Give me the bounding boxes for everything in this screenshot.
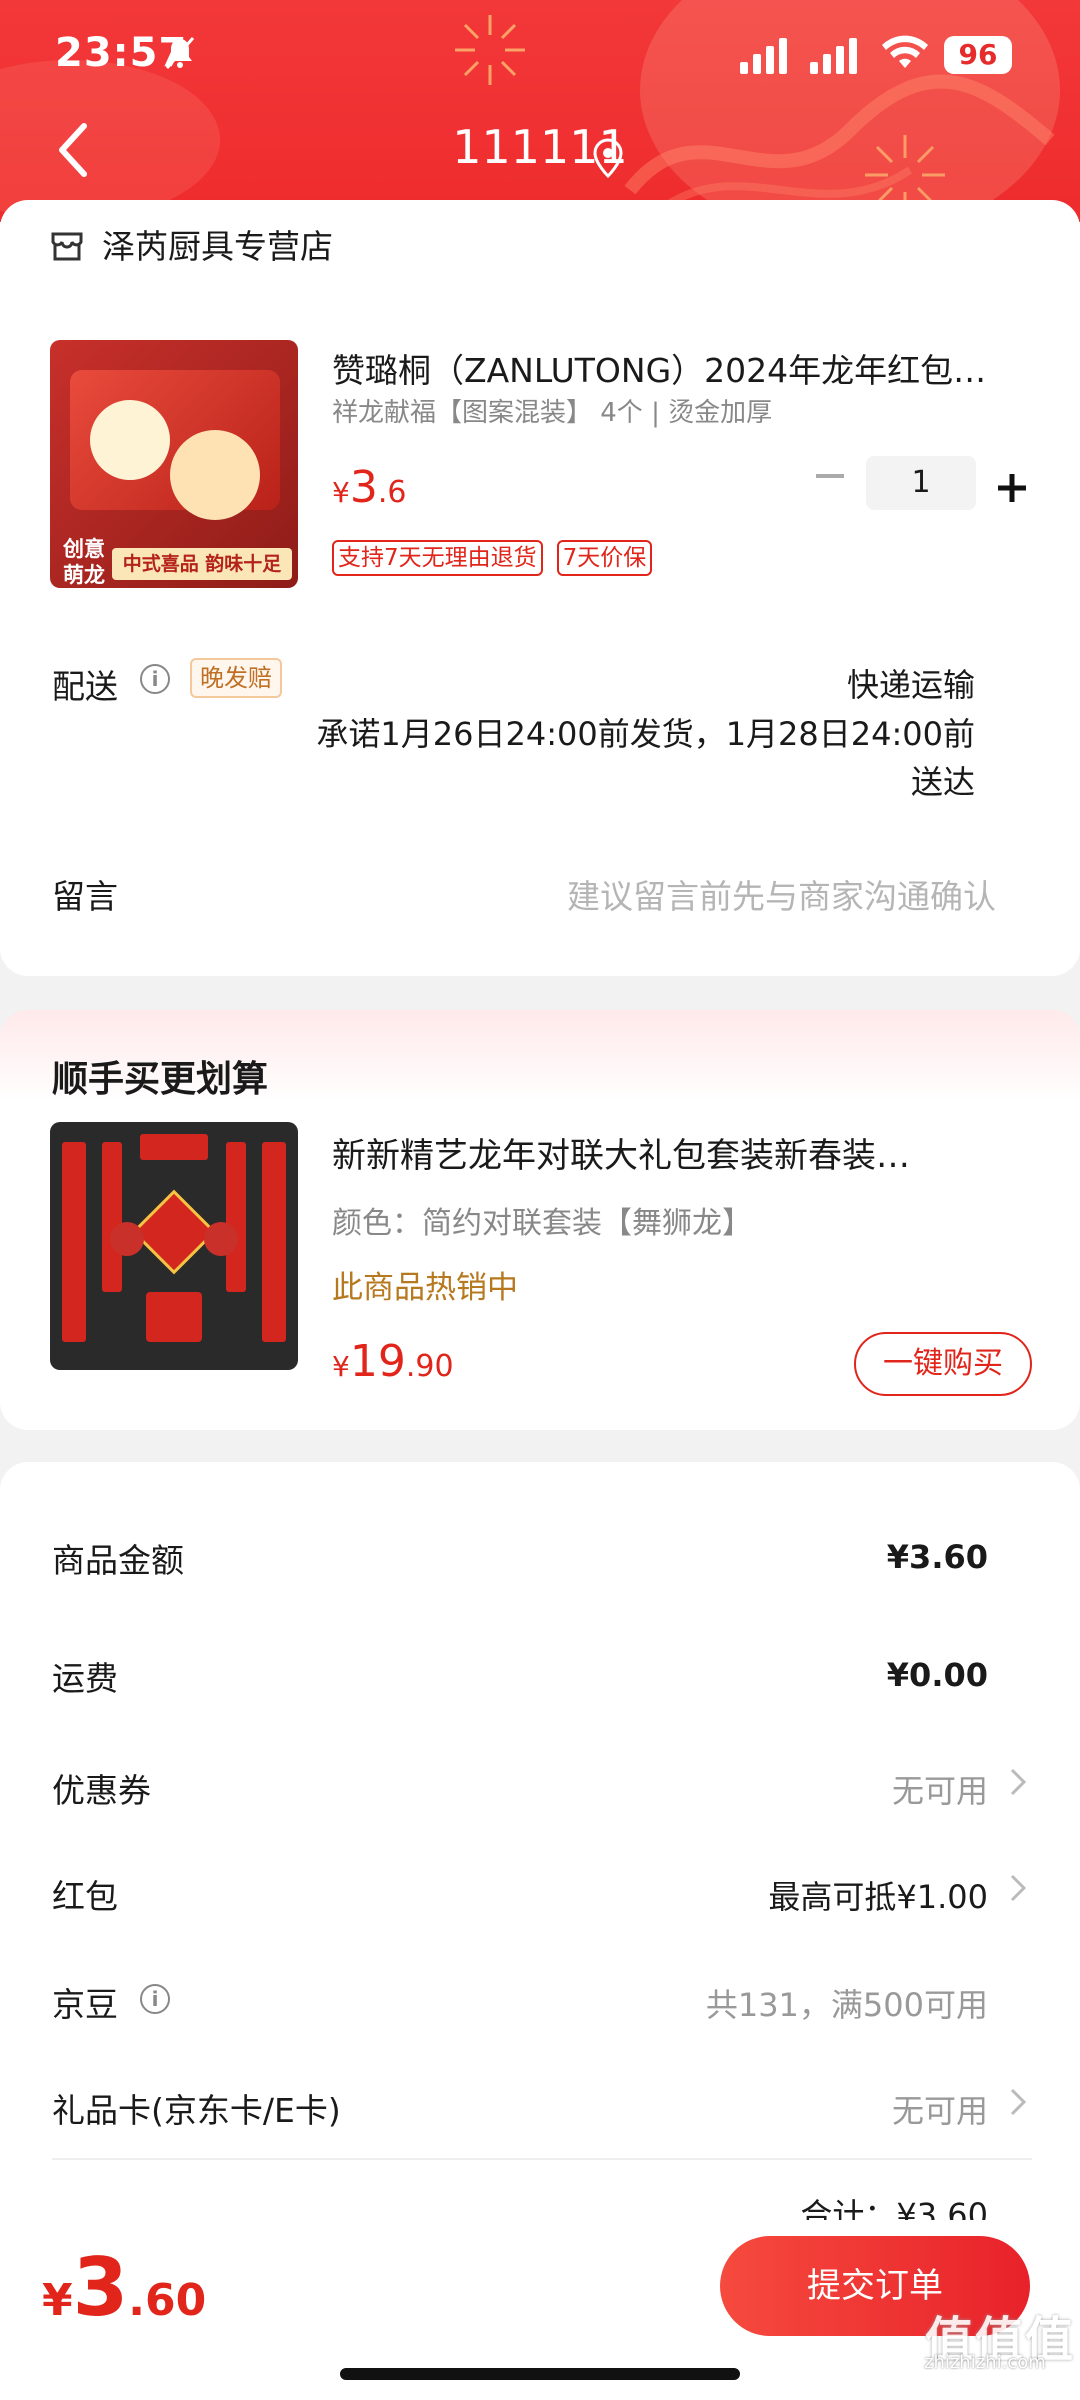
total-partial: 合计：¥3.60 <box>800 2196 988 2220</box>
product-price: ¥3.6 <box>332 462 407 513</box>
service-tag: 支持7天无理由退货 <box>332 540 543 576</box>
gift-card-label: 礼品卡(京东卡/E卡) <box>52 2091 341 2130</box>
mute-icon <box>165 36 195 78</box>
home-indicator <box>340 2368 740 2380</box>
one-click-buy-button[interactable]: 一键购买 <box>854 1332 1032 1396</box>
signal-icon <box>810 36 857 74</box>
watermark-url: zhizhizhi.com <box>924 2352 1046 2373</box>
product-thumbnail[interactable]: 创意 萌龙 中式喜品 韵味十足 <box>50 340 298 588</box>
addon-section-title: 顺手买更划算 <box>52 1059 269 1100</box>
shop-name[interactable]: 泽芮厨具专营店 <box>102 220 333 268</box>
firework-icon <box>455 15 525 85</box>
shipping-label: 运费 <box>52 1659 118 1698</box>
coupon-row[interactable]: 优惠券 无可用 <box>0 1740 1080 1830</box>
total-price: ¥3.60 <box>42 2241 207 2334</box>
addon-thumbnail[interactable] <box>50 1122 298 1370</box>
chevron-right-icon <box>1008 1870 1028 1914</box>
red-packet-label: 红包 <box>52 1877 118 1916</box>
chevron-right-icon <box>1008 1764 1028 1808</box>
addon-product-title[interactable]: 新新精艺龙年对联大礼包套装新春装… <box>332 1128 1012 1177</box>
coupon-label: 优惠券 <box>52 1771 151 1810</box>
goods-amount-value: ¥3.60 <box>886 1538 988 1576</box>
wifi-icon <box>880 32 930 81</box>
product-spec[interactable]: 祥龙献福【图案混装】 4个 | 烫金加厚 <box>332 392 772 429</box>
thumb-banner: 中式喜品 韵味十足 <box>112 548 292 580</box>
red-packet-row[interactable]: 红包 最高可抵¥1.00 <box>0 1846 1080 1936</box>
info-icon[interactable]: i <box>140 1984 170 2014</box>
location-pin-icon[interactable] <box>590 138 626 182</box>
jingdou-row: 京豆 i 共131，满500可用 <box>0 1954 1080 2044</box>
plus-icon <box>998 474 1026 502</box>
minus-icon <box>816 474 844 478</box>
service-tag: 7天价保 <box>556 540 653 576</box>
thumb-text: 创意 <box>63 537 105 561</box>
gift-card-row[interactable]: 礼品卡(京东卡/E卡) 无可用 <box>0 2060 1080 2150</box>
quantity-input[interactable]: 1 <box>866 456 976 510</box>
addon-product-spec[interactable]: 颜色：简约对联套装【舞狮龙】 <box>332 1198 752 1242</box>
message-input[interactable]: 建议留言前先与商家沟通确认 <box>460 870 996 918</box>
quantity-increase-button[interactable] <box>994 462 1030 502</box>
delivery-type[interactable]: 快递运输 <box>700 660 975 706</box>
battery-indicator: 96 <box>944 36 1012 74</box>
info-icon[interactable]: i <box>140 664 170 694</box>
thumb-text: 萌龙 <box>63 563 105 587</box>
service-tags: 支持7天无理由退货 7天价保 <box>332 540 653 576</box>
addon-hot-label: 此商品热销中 <box>332 1270 518 1306</box>
message-label: 留言 <box>52 877 118 916</box>
divider <box>52 2158 1032 2160</box>
red-packet-value: 最高可抵¥1.00 <box>768 1878 988 1916</box>
late-compensation-badge[interactable]: 晚发赔 <box>190 658 282 698</box>
delivery-label: 配送 <box>52 667 118 706</box>
signal-icon <box>740 36 787 74</box>
goods-amount-label: 商品金额 <box>52 1541 184 1580</box>
addon-price: ¥19.90 <box>332 1336 454 1387</box>
shop-icon <box>50 228 84 262</box>
product-title[interactable]: 赞璐桐（ZANLUTONG）2024年龙年红包… <box>332 344 1032 392</box>
coupon-value: 无可用 <box>891 1772 988 1810</box>
jingdou-label: 京豆 <box>52 1985 118 2024</box>
jingdou-value: 共131，满500可用 <box>705 1986 988 2024</box>
quantity-decrease-button[interactable] <box>812 456 848 496</box>
gift-card-value: 无可用 <box>891 2092 988 2130</box>
chevron-right-icon <box>1008 2084 1028 2128</box>
delivery-promise: 承诺1月26日24:00前发货，1月28日24:00前送达 <box>316 715 975 801</box>
order-card <box>0 200 1080 976</box>
page-title: 111111 <box>452 120 628 174</box>
shipping-value: ¥0.00 <box>886 1656 988 1694</box>
